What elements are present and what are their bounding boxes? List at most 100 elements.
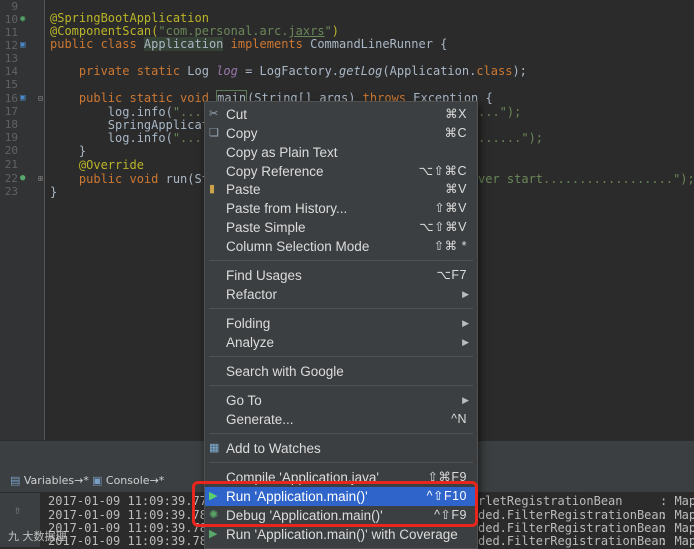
- line-number: 16: [4, 92, 18, 105]
- line-number: 23: [4, 185, 18, 198]
- line-number: 18: [4, 118, 18, 131]
- keyword: public static void: [50, 91, 217, 105]
- annotation: @SpringBootApplication: [50, 11, 209, 25]
- string-literal: jaxrs: [288, 24, 325, 38]
- line-number: 11: [4, 26, 18, 39]
- tab-suffix: →*: [149, 474, 165, 487]
- scissors-icon: ✂: [209, 108, 219, 120]
- keyword: class: [476, 64, 513, 78]
- menu-separator: [209, 308, 473, 309]
- code-text: CommandLineRunner {: [310, 37, 448, 51]
- code-line[interactable]: @Override: [50, 159, 144, 172]
- menu-separator: [209, 385, 473, 386]
- menu-item-generate[interactable]: Generate... ^N: [205, 410, 477, 429]
- code-line[interactable]: }: [50, 145, 86, 158]
- menu-item-paste-simple[interactable]: Paste Simple ⌥⇧⌘V: [205, 218, 477, 237]
- code-line[interactable]: }: [50, 186, 57, 199]
- menu-separator: [209, 356, 473, 357]
- line-number: 17: [4, 105, 18, 118]
- code-line[interactable]: public class Application implements Comm…: [50, 37, 448, 51]
- menu-item-paste[interactable]: ▮ Paste ⌘V: [205, 180, 477, 199]
- console-line-message: : Mapp: [660, 494, 694, 508]
- paste-icon: ▮: [209, 183, 216, 195]
- class-name: Application: [143, 37, 224, 51]
- menu-item-column-selection[interactable]: Column Selection Mode ⇧⌘ *: [205, 237, 477, 256]
- console-icon: ▣: [92, 474, 106, 487]
- menu-item-goto[interactable]: Go To ▶: [205, 391, 477, 410]
- highlight-annotation-box: [192, 481, 478, 527]
- string-literal: ver start..................");: [478, 172, 694, 186]
- code-line[interactable]: private static Log log = LogFactory.getL…: [50, 65, 527, 78]
- line-number: 13: [4, 52, 18, 65]
- menu-item-paste-history[interactable]: Paste from History... ⇧⌘V: [205, 199, 477, 218]
- menu-item-search-google[interactable]: Search with Google: [205, 362, 477, 381]
- keyword: public void: [50, 172, 166, 186]
- submenu-arrow-icon: ▶: [462, 289, 469, 299]
- spring-bean-icon[interactable]: ◉: [20, 13, 25, 26]
- field-name: log: [216, 64, 238, 78]
- code-text: }: [50, 185, 58, 199]
- annotation: @ComponentScan(: [50, 24, 159, 38]
- menu-separator: [209, 260, 473, 261]
- submenu-arrow-icon: ▶: [462, 318, 469, 328]
- line-number: 15: [4, 78, 18, 91]
- line-number: 9: [11, 0, 18, 13]
- line-number: 12: [4, 39, 18, 52]
- annotation: @Override: [50, 158, 144, 172]
- console-line-message: : Mapp: [660, 534, 694, 548]
- submenu-arrow-icon: ▶: [462, 395, 469, 405]
- menu-item-add-watches[interactable]: ▦ Add to Watches: [205, 439, 477, 458]
- tab-label: Variables: [23, 474, 75, 487]
- keyword: implements: [223, 37, 311, 51]
- submenu-arrow-icon: ▶: [462, 337, 469, 347]
- menu-item-analyze[interactable]: Analyze ▶: [205, 333, 477, 352]
- method-call: getLog: [339, 64, 383, 78]
- tab-label: Console: [105, 474, 150, 487]
- code-line-tail: ...");: [478, 106, 521, 119]
- copy-icon: ❏: [209, 127, 219, 139]
- keyword: private static: [50, 64, 188, 78]
- fold-icon[interactable]: ⊞: [38, 172, 43, 185]
- console-line: 2017-01-09 11:09:39.782: [48, 534, 215, 548]
- run-gutter-icon[interactable]: ▣: [20, 39, 25, 52]
- menu-item-folding[interactable]: Folding ▶: [205, 314, 477, 333]
- watches-icon: ▦: [209, 442, 220, 454]
- code-text: = LogFactory.: [237, 64, 340, 78]
- code-text: log.info(: [50, 131, 173, 145]
- string-literal: ......");: [478, 131, 544, 145]
- line-number: 19: [4, 131, 18, 144]
- line-number: 20: [4, 144, 18, 157]
- code-text: Log: [187, 64, 217, 78]
- console-line: 2017-01-09 11:09:39.778: [48, 494, 215, 508]
- code-text: (Application.: [382, 64, 477, 78]
- run-gutter-icon[interactable]: ▣: [20, 92, 25, 105]
- fold-icon[interactable]: ⊟: [38, 92, 43, 105]
- coverage-icon: ▶: [209, 528, 218, 540]
- override-icon[interactable]: ●: [20, 172, 25, 185]
- menu-item-find-usages[interactable]: Find Usages ⌥F7: [205, 266, 477, 285]
- menu-item-copy-reference[interactable]: Copy Reference ⌥⇧⌘C: [205, 162, 477, 181]
- menu-item-refactor[interactable]: Refactor ▶: [205, 285, 477, 304]
- string-literal: "com.personal.arc.: [158, 24, 289, 38]
- string-literal: ": [324, 24, 332, 38]
- tab-suffix: →*: [74, 474, 89, 487]
- scroll-up-icon[interactable]: ⇧: [14, 503, 21, 517]
- annotation: ): [331, 24, 340, 38]
- menu-item-cut[interactable]: ✂ Cut ⌘X: [205, 105, 477, 124]
- line-number: 21: [4, 158, 18, 171]
- string-literal: ...");: [478, 105, 522, 119]
- menu-item-copy[interactable]: ❏ Copy ⌘C: [205, 124, 477, 143]
- code-text: log.info(: [50, 105, 173, 119]
- tab-variables[interactable]: ▤ Variables→*: [10, 474, 89, 487]
- code-line-tail: ......");: [478, 132, 543, 145]
- variables-icon: ▤: [10, 474, 24, 487]
- line-number: 22: [4, 172, 18, 185]
- gutter-separator: [44, 0, 45, 440]
- console-line-logger: ded.FilterRegistrationBean: [478, 534, 666, 548]
- tab-console[interactable]: ▣ Console→*: [92, 474, 164, 487]
- watermark: 九 大数据理: [8, 530, 67, 543]
- menu-item-copy-plain[interactable]: Copy as Plain Text: [205, 143, 477, 162]
- menu-separator: [209, 462, 473, 463]
- menu-item-run-coverage[interactable]: ▶ Run 'Application.main()' with Coverage: [205, 525, 477, 544]
- menu-separator: [209, 433, 473, 434]
